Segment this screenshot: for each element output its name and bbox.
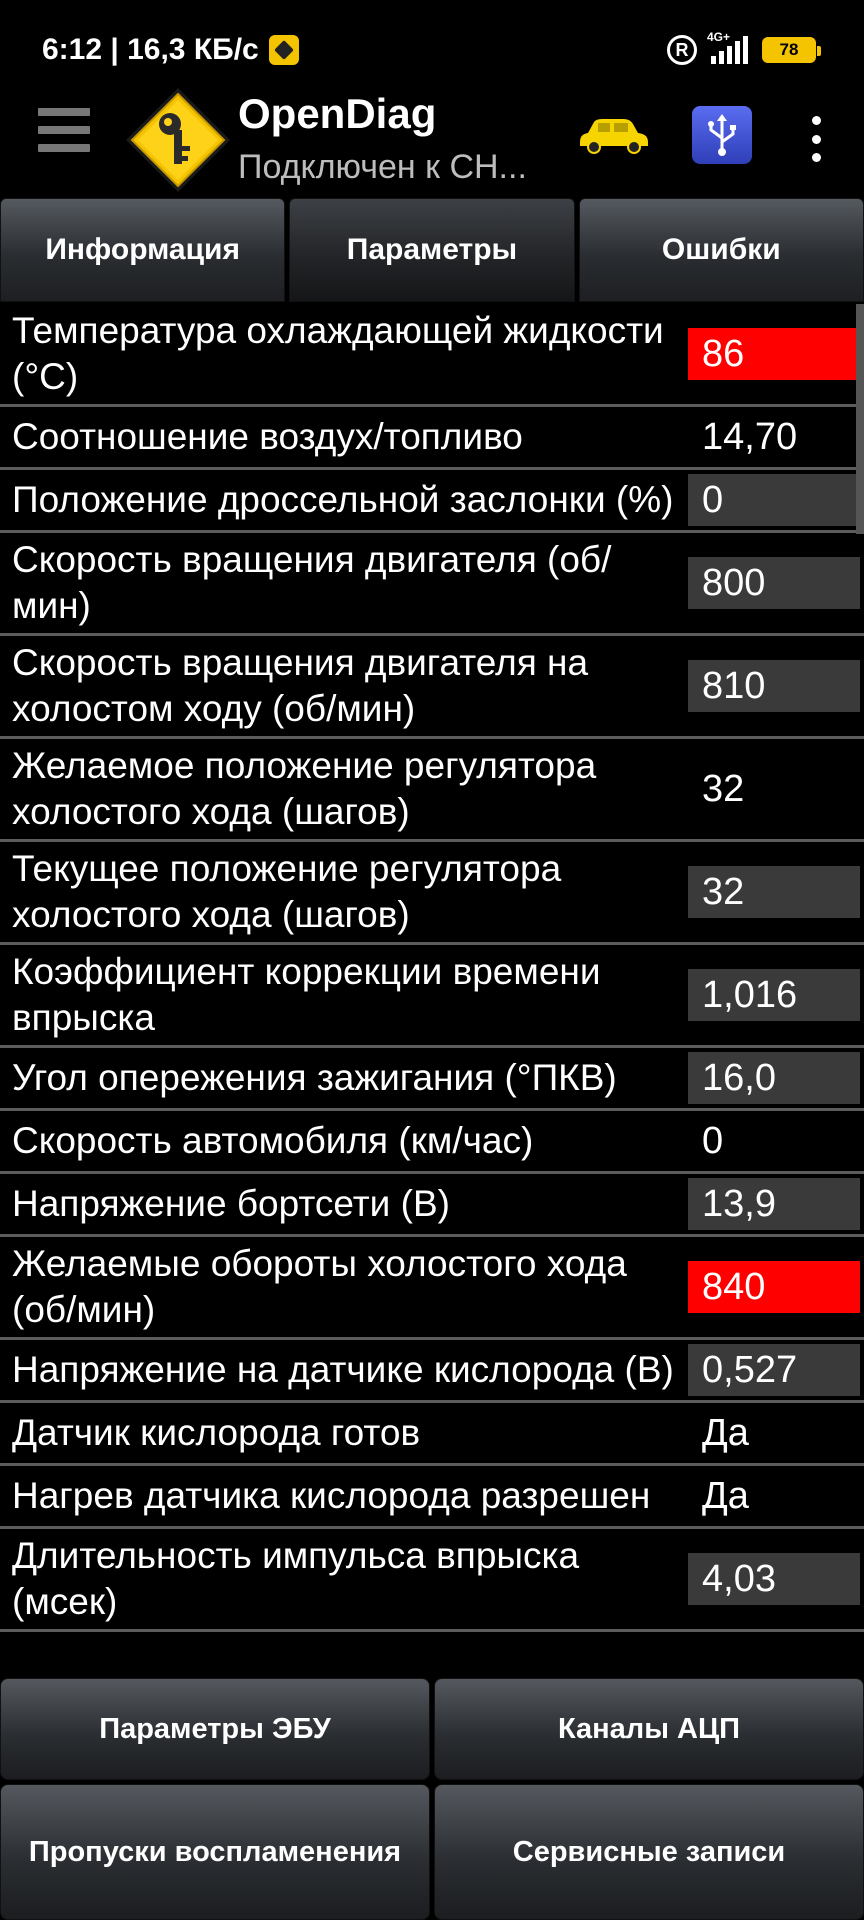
app-root: 6:12 | 16,3 КБ/с R 4G+ 78 OpenDiag Подкл… (0, 0, 864, 1920)
tab-parameters[interactable]: Параметры (289, 198, 575, 302)
param-name: Скорость автомобиля (км/час) (12, 1120, 534, 1161)
opendiag-notification-icon (268, 35, 299, 65)
param-name: Коэффициент коррекции времени впрыска (12, 951, 601, 1038)
param-value: 16,0 (688, 1052, 860, 1104)
more-options-icon[interactable] (806, 116, 826, 162)
param-row[interactable]: Скорость вращения двигателя (об/мин) 800 (0, 533, 864, 636)
registered-icon: R (667, 35, 697, 65)
param-value: 0 (688, 474, 860, 526)
battery-icon: 78 (762, 37, 821, 63)
param-value: 0,527 (688, 1344, 860, 1396)
param-value: 810 (688, 660, 860, 712)
param-value: 32 (688, 866, 860, 918)
connection-status: Подключен к СН... (238, 148, 527, 186)
param-value: 0 (702, 1120, 724, 1162)
misfires-button[interactable]: Пропуски воспламенения (0, 1784, 430, 1920)
param-name: Скорость вращения двигателя на холостом … (12, 642, 589, 729)
param-name: Положение дроссельной заслонки (%) (12, 479, 674, 520)
param-value: 13,9 (688, 1178, 860, 1230)
param-value: 800 (688, 557, 860, 609)
status-time-speed: 6:12 | 16,3 КБ/с (42, 33, 259, 66)
param-row[interactable]: Коэффициент коррекции времени впрыска 1,0… (0, 945, 864, 1048)
param-name: Нагрев датчика кислорода разрешен (12, 1475, 651, 1516)
param-row[interactable]: Желаемое положение регулятора холостого … (0, 739, 864, 842)
param-row[interactable]: Текущее положение регулятора холостого х… (0, 842, 864, 945)
param-row[interactable]: Положение дроссельной заслонки (%) 0 (0, 470, 864, 533)
param-name: Скорость вращения двигателя (об/мин) (12, 539, 612, 626)
ecu-parameters-button[interactable]: Параметры ЭБУ (0, 1678, 430, 1780)
param-row[interactable]: Напряжение на датчике кислорода (В) 0,527 (0, 1340, 864, 1403)
param-value: 86 (688, 328, 860, 380)
car-icon[interactable] (576, 116, 652, 156)
parameters-list[interactable]: Температура охлаждающей жидкости (°C) 86 С… (0, 304, 864, 1676)
param-name: Температура охлаждающей жидкости (°C) (12, 310, 664, 397)
tab-errors[interactable]: Ошибки (578, 198, 864, 302)
scrollbar[interactable] (856, 304, 864, 534)
adc-channels-button[interactable]: Каналы АЦП (434, 1678, 864, 1780)
param-name: Желаемые обороты холостого хода (об/мин) (12, 1243, 627, 1330)
param-row[interactable]: Напряжение бортсети (В) 13,9 (0, 1174, 864, 1237)
param-row[interactable]: Угол опережения зажигания (°ПКВ) 16,0 (0, 1048, 864, 1111)
network-type: 4G+ (707, 30, 731, 44)
app-title: OpenDiag (238, 90, 437, 137)
cell-signal-icon: 4G+ (707, 30, 748, 64)
param-name: Длительность импульса впрыска (мсек) (12, 1535, 580, 1622)
param-value: 1,016 (688, 969, 860, 1021)
usb-icon[interactable] (692, 106, 752, 164)
param-name: Желаемое положение регулятора холостого … (12, 745, 597, 832)
param-row[interactable]: Температура охлаждающей жидкости (°C) 86 (0, 304, 864, 407)
param-row[interactable]: Нагрев датчика кислорода разрешен Да (0, 1466, 864, 1529)
param-name: Соотношение воздух/топливо (12, 416, 523, 457)
param-row[interactable]: Длительность импульса впрыска (мсек) 4,03 (0, 1529, 864, 1632)
param-row[interactable]: Желаемые обороты холостого хода (об/мин)… (0, 1237, 864, 1340)
param-row[interactable]: Соотношение воздух/топливо 14,70 (0, 407, 864, 470)
param-row[interactable]: Скорость вращения двигателя на холостом … (0, 636, 864, 739)
param-name: Напряжение бортсети (В) (12, 1183, 450, 1224)
param-row[interactable]: Датчик кислорода готов Да (0, 1403, 864, 1466)
param-name: Угол опережения зажигания (°ПКВ) (12, 1057, 617, 1098)
tab-bar: Информация Параметры Ошибки (0, 198, 864, 302)
param-value: 32 (702, 768, 745, 810)
status-right: R 4G+ 78 (667, 30, 821, 65)
param-value: 840 (688, 1261, 860, 1313)
param-name: Напряжение на датчике кислорода (В) (12, 1349, 674, 1390)
param-value: 14,70 (702, 416, 798, 458)
service-records-button[interactable]: Сервисные записи (434, 1784, 864, 1920)
app-bar: OpenDiag Подключен к СН... (0, 80, 864, 200)
bottom-buttons: Параметры ЭБУ Каналы АЦП Пропуски воспла… (0, 1678, 864, 1920)
status-left: 6:12 | 16,3 КБ/с (42, 33, 299, 67)
tab-info[interactable]: Информация (0, 198, 286, 302)
menu-icon[interactable] (38, 108, 90, 164)
opendiag-logo-icon (126, 88, 230, 192)
param-value: Да (702, 1412, 749, 1454)
param-value: 4,03 (688, 1553, 860, 1605)
param-value: Да (702, 1475, 749, 1517)
param-name: Текущее положение регулятора холостого х… (12, 848, 562, 935)
param-row[interactable]: Скорость автомобиля (км/час) 0 (0, 1111, 864, 1174)
param-name: Датчик кислорода готов (12, 1412, 421, 1453)
